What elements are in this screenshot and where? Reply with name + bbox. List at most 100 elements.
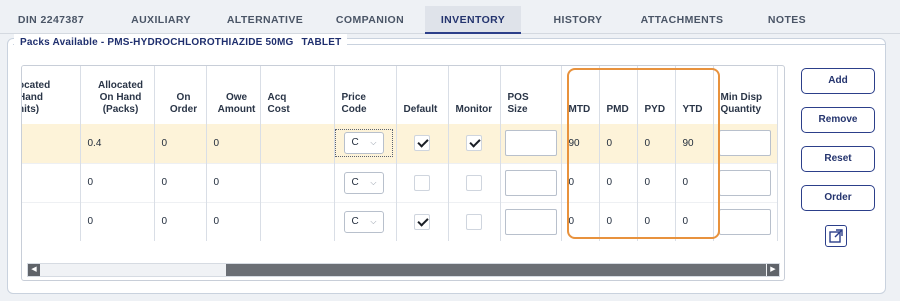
cell-default — [396, 201, 449, 241]
cell-pyd: 0 — [637, 162, 676, 202]
tab-inventory[interactable]: INVENTORY — [425, 6, 521, 34]
table-header-row: ocated Hand nits) Allocated On Hand (Pac… — [22, 66, 778, 124]
col-header-alloc-units[interactable]: ocated Hand nits) — [22, 66, 81, 124]
cell-acq-cost — [260, 162, 335, 202]
add-button[interactable]: Add — [801, 68, 875, 94]
cell-alloc-units — [22, 162, 81, 202]
packs-table: ocated Hand nits) Allocated On Hand (Pac… — [22, 66, 778, 241]
table-row[interactable]: 0 0 0 C ⌵ 0 0 0 0 — [22, 162, 778, 202]
scrollbar-thumb[interactable] — [226, 264, 766, 276]
min-disp-input[interactable] — [719, 208, 771, 235]
default-checkbox[interactable] — [414, 213, 430, 230]
section-title: Packs Available - PMS-HYDROCHLOROTHIAZID… — [14, 34, 348, 52]
tab-bar: DIN 2247387 AUXILIARY ALTERNATIVE COMPAN… — [0, 0, 900, 34]
monitor-checkbox[interactable] — [466, 174, 482, 191]
col-header-on-order[interactable]: On Order — [154, 66, 207, 124]
cell-pmd: 0 — [599, 162, 638, 202]
cell-price-code: C ⌵ — [334, 201, 397, 241]
cell-ytd: 0 — [675, 162, 714, 202]
cell-on-order: 0 — [154, 162, 207, 202]
chevron-down-icon: ⌵ — [370, 177, 377, 187]
cell-mtd: 0 — [561, 201, 600, 241]
col-header-owe-amount[interactable]: Owe Amount — [206, 66, 261, 124]
chevron-right-icon[interactable]: ▶ — [767, 264, 779, 276]
cell-on-order: 0 — [154, 124, 207, 163]
cell-mtd: 0 — [561, 162, 600, 202]
cell-pos-size — [500, 124, 562, 163]
col-header-monitor[interactable]: Monitor — [448, 66, 501, 124]
col-header-min-disp[interactable]: Min Disp Quantity — [713, 66, 778, 124]
price-code-select[interactable]: C ⌵ — [343, 210, 384, 233]
cell-owe-amount: 0 — [206, 124, 261, 163]
chevron-down-icon: ⌵ — [370, 138, 377, 148]
col-header-alloc-packs[interactable]: Allocated On Hand (Packs) — [80, 66, 155, 124]
cell-default — [396, 124, 449, 163]
cell-pyd: 0 — [637, 124, 676, 163]
horizontal-scrollbar[interactable]: ◀ ▶ — [27, 263, 780, 277]
col-header-default[interactable]: Default — [396, 66, 449, 124]
cell-alloc-units — [22, 124, 81, 163]
tab-alternative[interactable]: ALTERNATIVE — [224, 6, 306, 34]
reset-button[interactable]: Reset — [801, 146, 875, 172]
packs-grid: ocated Hand nits) Allocated On Hand (Pac… — [21, 65, 785, 281]
cell-pyd: 0 — [637, 201, 676, 241]
cell-alloc-packs: 0 — [80, 201, 155, 241]
monitor-checkbox[interactable] — [466, 135, 482, 152]
pos-size-input[interactable] — [504, 169, 557, 196]
tab-attachments[interactable]: ATTACHMENTS — [636, 6, 728, 34]
price-code-select[interactable]: C ⌵ — [343, 132, 384, 155]
cell-price-code: C ⌵ — [334, 162, 397, 202]
col-header-mtd[interactable]: MTD — [561, 66, 600, 124]
cell-min-disp — [713, 162, 778, 202]
tab-auxiliary[interactable]: AUXILIARY — [122, 6, 200, 34]
pack-type-label: TABLET — [301, 37, 342, 48]
col-header-pmd[interactable]: PMD — [599, 66, 638, 124]
cell-default — [396, 162, 449, 202]
section-title-text: Packs Available - PMS-HYDROCHLOROTHIAZID… — [20, 37, 294, 48]
cell-alloc-units — [22, 201, 81, 241]
cell-ytd: 90 — [675, 124, 714, 163]
chevron-left-icon[interactable]: ◀ — [28, 264, 40, 276]
tab-companion[interactable]: COMPANION — [332, 6, 408, 34]
cell-monitor — [448, 201, 501, 241]
pos-size-input[interactable] — [504, 130, 557, 157]
open-in-new-icon — [829, 229, 843, 243]
cell-alloc-packs: 0.4 — [80, 124, 155, 163]
cell-monitor — [448, 124, 501, 163]
monitor-checkbox[interactable] — [466, 213, 482, 230]
table-row[interactable]: 0 0 0 C ⌵ 0 0 0 0 — [22, 201, 778, 241]
cell-monitor — [448, 162, 501, 202]
col-header-ytd[interactable]: YTD — [675, 66, 714, 124]
col-header-pyd[interactable]: PYD — [637, 66, 676, 124]
cell-acq-cost — [260, 124, 335, 163]
cell-mtd: 90 — [561, 124, 600, 163]
default-checkbox[interactable] — [414, 135, 430, 152]
price-code-select[interactable]: C ⌵ — [343, 171, 384, 194]
order-button[interactable]: Order — [801, 185, 875, 211]
table-row[interactable]: 0.4 0 0 C ⌵ 90 0 0 90 — [22, 124, 778, 163]
tab-notes[interactable]: NOTES — [760, 6, 814, 34]
cell-pmd: 0 — [599, 201, 638, 241]
cell-ytd: 0 — [675, 201, 714, 241]
min-disp-input[interactable] — [719, 169, 771, 196]
cell-acq-cost — [260, 201, 335, 241]
default-checkbox[interactable] — [414, 174, 430, 191]
col-header-pos-size[interactable]: POS Size — [500, 66, 562, 124]
cell-on-order: 0 — [154, 201, 207, 241]
tab-history[interactable]: HISTORY — [548, 6, 608, 34]
remove-button[interactable]: Remove — [801, 107, 875, 133]
tab-din[interactable]: DIN 2247387 — [16, 6, 86, 34]
min-disp-input[interactable] — [719, 130, 771, 157]
cell-pos-size — [500, 162, 562, 202]
expand-button[interactable] — [825, 225, 847, 247]
cell-alloc-packs: 0 — [80, 162, 155, 202]
cell-min-disp — [713, 201, 778, 241]
cell-owe-amount: 0 — [206, 201, 261, 241]
cell-pmd: 0 — [599, 124, 638, 163]
col-header-acq-cost[interactable]: Acq Cost — [260, 66, 335, 124]
col-header-price-code[interactable]: Price Code — [334, 66, 397, 124]
cell-pos-size — [500, 201, 562, 241]
pos-size-input[interactable] — [504, 208, 557, 235]
cell-price-code: C ⌵ — [334, 124, 397, 163]
chevron-down-icon: ⌵ — [370, 216, 377, 226]
